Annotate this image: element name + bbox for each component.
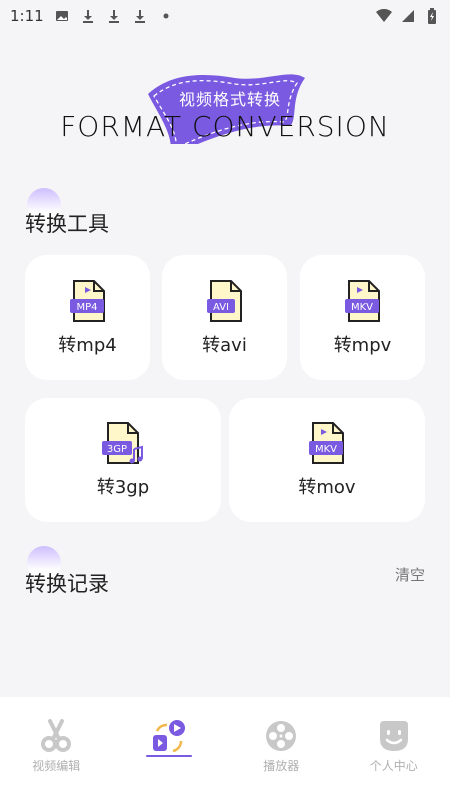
download-icon [132,8,148,24]
card-label: 转mov [298,477,356,498]
svg-text:MKV: MKV [350,302,372,313]
nav-label: 视频编辑 [32,759,81,773]
3gp-file-icon: 3GP [102,422,143,464]
battery-icon [424,8,440,24]
dot-icon [158,8,174,24]
convert-mp4-card[interactable]: MP4 转mp4 [25,255,150,380]
convert-mov-card[interactable]: MKV 转mov [229,398,425,522]
page-title: FORMAT CONVERSION [60,110,390,143]
film-reel-icon [266,721,297,751]
mp4-file-icon: MP4 [69,279,105,322]
svg-text:MP4: MP4 [76,302,97,313]
convert-avi-card[interactable]: AVI 转avi [162,255,287,380]
card-label: 转mp4 [58,334,117,356]
download-icon [80,8,96,24]
card-label: 转avi [202,334,247,356]
avi-file-icon: AVI [206,279,242,322]
nav-label: 播放器 [263,759,300,773]
card-label: 转mpv [333,334,392,356]
status-bar: 1:11 [0,0,450,32]
nav-item-profile[interactable]: 个人中心 [338,719,450,774]
nav-item-video-edit[interactable]: 视频编辑 [0,719,113,774]
svg-text:3GP: 3GP [107,444,127,455]
card-label: 转3gp [96,477,150,498]
mov-file-icon: MKV [309,422,344,464]
mkv-file-icon: MKV [344,279,380,322]
active-indicator [145,755,192,757]
image-icon [54,8,70,24]
nav-label: 个人中心 [369,759,418,773]
convert-icon [152,720,185,753]
clear-history-button[interactable]: 清空 [395,564,425,585]
wifi-icon [376,8,392,24]
signal-icon [400,8,416,24]
convert-mpv-card[interactable]: MKV 转mpv [300,255,425,380]
scissors-icon [41,719,72,752]
flag-text: 视频格式转换 [178,90,281,109]
svg-text:MKV: MKV [315,444,337,455]
history-section-title: 转换记录 [25,572,109,596]
nav-item-convert[interactable] [113,719,226,761]
face-icon [379,721,408,751]
tools-section-title: 转换工具 [25,212,109,236]
download-icon [106,8,122,24]
convert-3gp-card[interactable]: 3GP 转3gp [25,398,221,522]
status-time: 1:11 [10,7,44,25]
svg-text:AVI: AVI [213,302,229,313]
nav-item-player[interactable]: 播放器 [225,719,338,774]
bottom-nav: 视频编辑 播放器 个人中心 [0,697,450,800]
